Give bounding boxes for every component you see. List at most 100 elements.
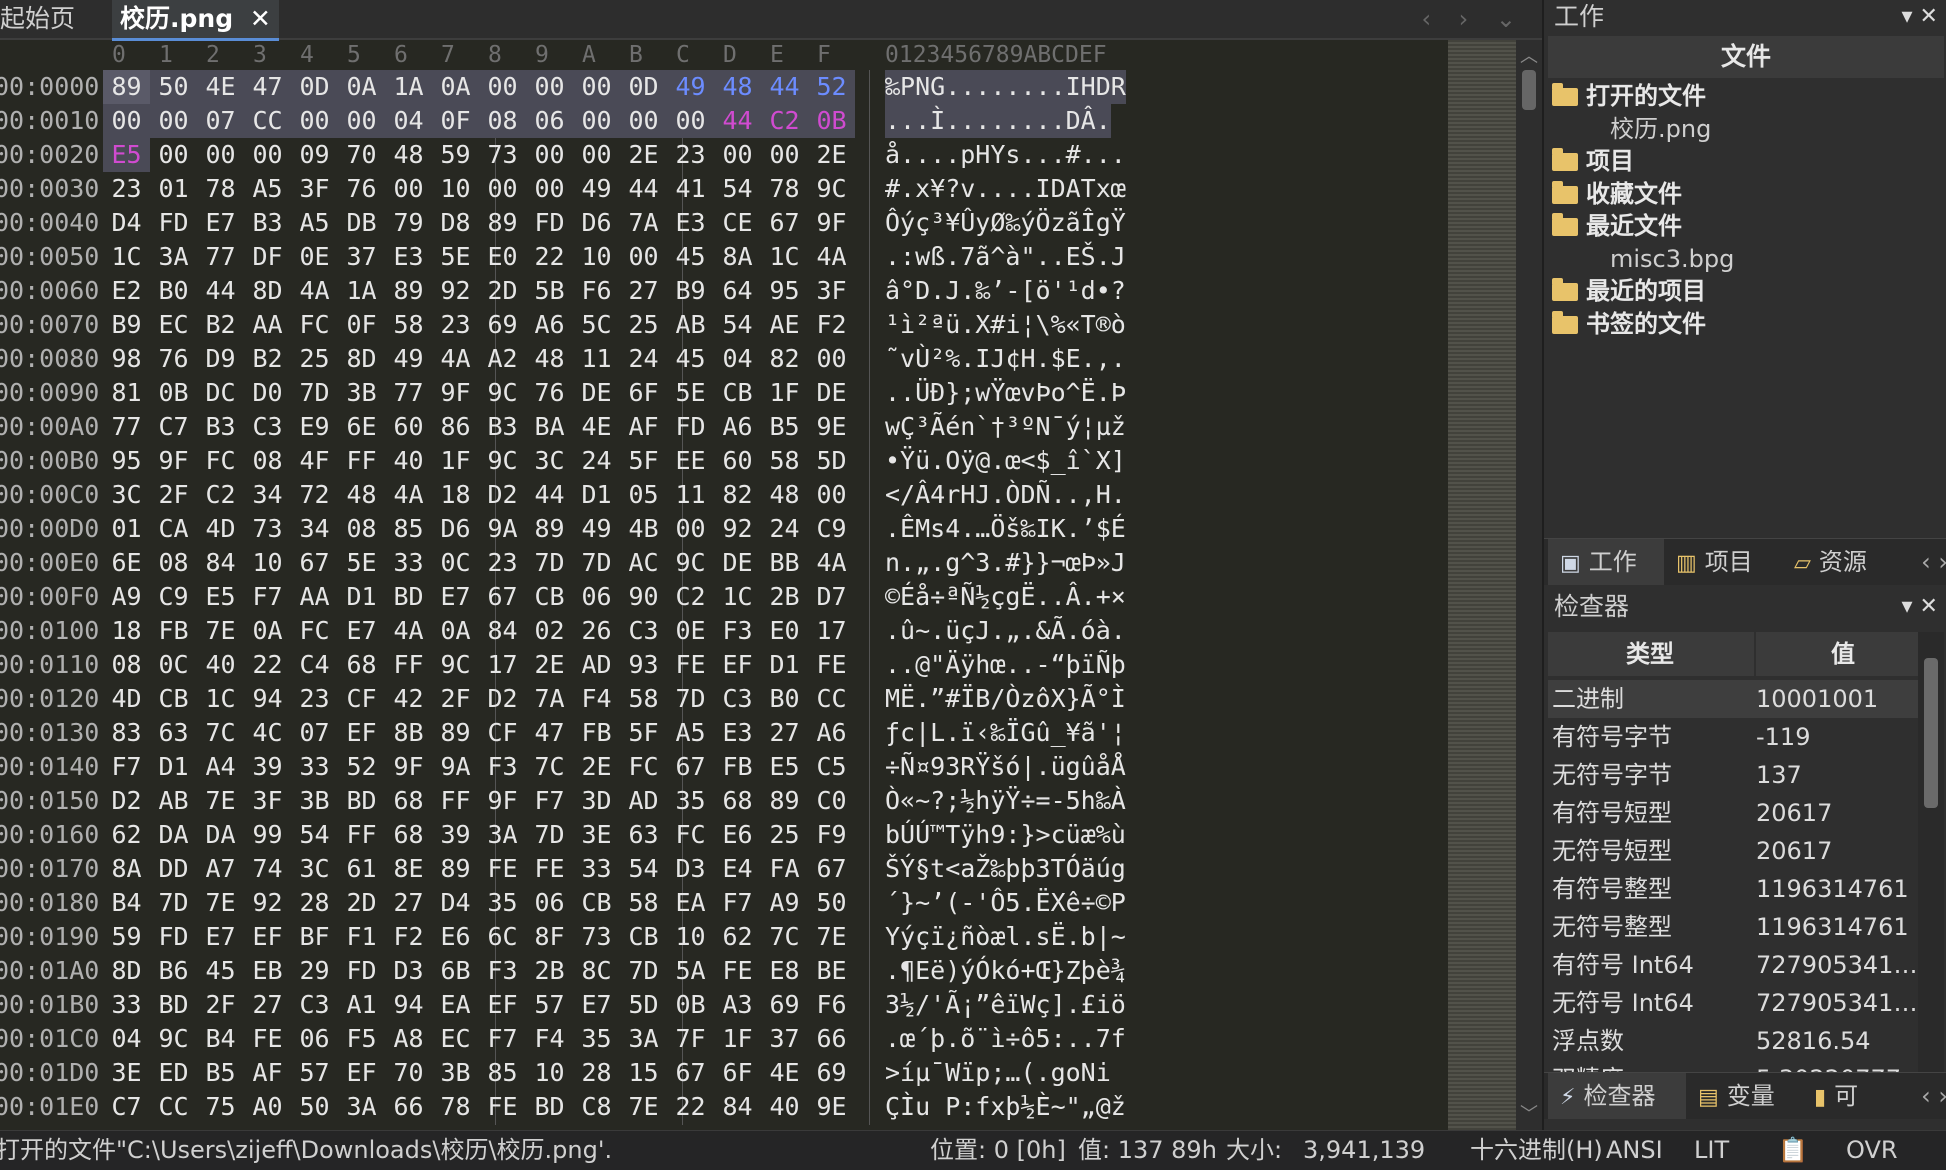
hex-byte[interactable]: A8 <box>385 1022 432 1056</box>
hex-byte[interactable]: 82 <box>714 478 761 512</box>
hex-byte[interactable]: 3E <box>103 1056 150 1090</box>
hex-byte[interactable]: FC <box>667 818 714 852</box>
hex-byte[interactable]: E7 <box>432 580 479 614</box>
hex-byte[interactable]: 2F <box>150 478 197 512</box>
hex-byte[interactable]: 00 <box>620 104 667 138</box>
hex-byte[interactable]: F1 <box>338 920 385 954</box>
hex-byte[interactable]: 92 <box>714 512 761 546</box>
hex-byte[interactable]: 76 <box>150 342 197 376</box>
hex-byte[interactable]: E0 <box>761 614 808 648</box>
hex-byte[interactable]: FD <box>526 206 573 240</box>
hex-byte[interactable]: B3 <box>197 410 244 444</box>
hex-byte[interactable]: 09 <box>291 138 338 172</box>
tab-nav-arrows[interactable]: ‹ › ⌄ <box>1421 0 1526 38</box>
hex-byte[interactable]: 48 <box>714 70 761 104</box>
hex-byte[interactable]: 29 <box>291 954 338 988</box>
hex-byte[interactable]: BD <box>150 988 197 1022</box>
hex-byte[interactable]: CB <box>573 886 620 920</box>
hex-byte[interactable]: EF <box>714 648 761 682</box>
hex-byte[interactable]: DD <box>150 852 197 886</box>
hex-byte[interactable]: 35 <box>667 784 714 818</box>
hex-byte[interactable]: DE <box>808 376 855 410</box>
hex-byte[interactable]: 1A <box>338 274 385 308</box>
hex-byte[interactable]: FD <box>150 206 197 240</box>
hex-byte[interactable]: E7 <box>338 614 385 648</box>
hex-byte[interactable]: 3C <box>291 852 338 886</box>
panel-tab[interactable]: ▮ 可 <box>1802 1073 1884 1119</box>
hex-byte[interactable]: 9F <box>432 376 479 410</box>
hex-byte[interactable]: 00 <box>808 342 855 376</box>
hex-byte[interactable]: 44 <box>714 104 761 138</box>
hex-byte[interactable]: 7E <box>620 1090 667 1124</box>
hex-byte[interactable]: 44 <box>620 172 667 206</box>
hex-byte[interactable]: 39 <box>432 818 479 852</box>
hex-byte[interactable]: 41 <box>667 172 714 206</box>
hex-row[interactable]: 00:0120 4D CB 1C 94 23 CF 42 2F D2 7A F4 58 7D C3 B0 CC M… <box>0 682 1448 716</box>
ascii-text[interactable]: MË.”#ÏB/ÒzôX}Ã°Ì <box>885 682 1126 716</box>
tree-leaf[interactable]: misc3.bpg <box>1610 243 1734 275</box>
hex-byte[interactable]: 0B <box>808 104 855 138</box>
status-ovr[interactable]: OVR <box>1846 1131 1898 1170</box>
hex-row[interactable]: 00:0050 1C 3A 77 DF 0E 37 E3 5E E0 22 10 00 45 8A 1C 4A.… <box>0 240 1448 274</box>
hex-byte[interactable]: 00 <box>526 138 573 172</box>
hex-byte[interactable]: E0 <box>479 240 526 274</box>
hex-byte[interactable]: 04 <box>103 1022 150 1056</box>
tab-close-icon[interactable]: ✕ <box>250 4 271 33</box>
hex-byte[interactable]: 0A <box>244 614 291 648</box>
hex-byte[interactable]: 86 <box>432 410 479 444</box>
hex-byte[interactable]: 1F <box>714 1022 761 1056</box>
panel-tab[interactable]: ⚡ 检查器 <box>1548 1073 1686 1119</box>
hex-byte[interactable]: 44 <box>526 478 573 512</box>
hex-byte[interactable]: 89 <box>761 784 808 818</box>
hex-byte[interactable]: F2 <box>385 920 432 954</box>
hex-byte[interactable]: 5D <box>808 444 855 478</box>
hex-rows[interactable]: 00:0000 89 50 4E 47 0D 0A 1A 0A 00 00 00 0D 49 48 44 52 ‰… <box>0 70 1448 1125</box>
hex-byte[interactable]: 89 <box>432 852 479 886</box>
hex-byte[interactable]: 04 <box>714 342 761 376</box>
hex-byte[interactable]: 2B <box>526 954 573 988</box>
hex-byte[interactable]: 54 <box>714 172 761 206</box>
hex-byte[interactable]: 59 <box>103 920 150 954</box>
ascii-text[interactable]: ..@"Äÿhœ..-“þïÑþ <box>885 648 1126 682</box>
hex-byte[interactable]: 4D <box>197 512 244 546</box>
hex-byte[interactable]: 5E <box>667 376 714 410</box>
hex-byte[interactable]: A6 <box>714 410 761 444</box>
hex-byte[interactable]: 17 <box>808 614 855 648</box>
hex-byte[interactable]: 35 <box>573 1022 620 1056</box>
hex-byte[interactable]: 8E <box>385 852 432 886</box>
hex-byte[interactable]: 6C <box>479 920 526 954</box>
hex-byte[interactable]: 9F <box>479 784 526 818</box>
hex-byte[interactable]: AD <box>620 784 667 818</box>
ascii-text[interactable]: Yýçï¿ñòæl.sË.b|~ <box>885 920 1126 954</box>
hex-row[interactable]: 00:0060 E2 B0 44 8D 4A 1A 89 92 2D 5B F6 27 B9 64 95 3F â… <box>0 274 1448 308</box>
hex-byte[interactable]: 0A <box>432 70 479 104</box>
hex-byte[interactable]: 3C <box>103 478 150 512</box>
inspector-row[interactable]: 浮点数 52816.54 <box>1548 1022 1928 1060</box>
hex-byte[interactable]: 58 <box>620 682 667 716</box>
hex-byte[interactable]: FE <box>526 852 573 886</box>
hex-byte[interactable]: 84 <box>197 546 244 580</box>
hex-byte[interactable]: A5 <box>667 716 714 750</box>
hex-byte[interactable]: B2 <box>244 342 291 376</box>
hex-byte[interactable]: A9 <box>761 886 808 920</box>
inspector-row[interactable]: 有符号整型 1196314761 <box>1548 870 1928 908</box>
hex-byte[interactable]: BD <box>526 1090 573 1124</box>
hex-byte[interactable]: 0F <box>338 308 385 342</box>
hex-byte[interactable]: EC <box>432 1022 479 1056</box>
hex-byte[interactable]: E9 <box>291 410 338 444</box>
hex-row[interactable]: 00:0180 B4 7D 7E 92 28 2D 27 D4 35 06 CB 58 EA F7 A9 50 ´… <box>0 886 1448 920</box>
hex-byte[interactable]: 23 <box>432 308 479 342</box>
hex-byte[interactable]: AB <box>150 784 197 818</box>
hex-byte[interactable]: C4 <box>291 648 338 682</box>
hex-row[interactable]: 00:0080 98 76 D9 B2 25 8D 49 4A A2 48 11 24 45 04 82 00 ˜… <box>0 342 1448 376</box>
hex-byte[interactable]: 89 <box>432 716 479 750</box>
hex-byte[interactable]: 24 <box>573 444 620 478</box>
hex-byte[interactable]: CB <box>620 920 667 954</box>
hex-byte[interactable]: 75 <box>197 1090 244 1124</box>
hex-byte[interactable]: 4A <box>808 546 855 580</box>
hex-byte[interactable]: 6F <box>714 1056 761 1090</box>
hex-byte[interactable]: A9 <box>103 580 150 614</box>
hex-byte[interactable]: 78 <box>432 1090 479 1124</box>
hex-byte[interactable]: AB <box>667 308 714 342</box>
hex-byte[interactable]: 4A <box>432 342 479 376</box>
